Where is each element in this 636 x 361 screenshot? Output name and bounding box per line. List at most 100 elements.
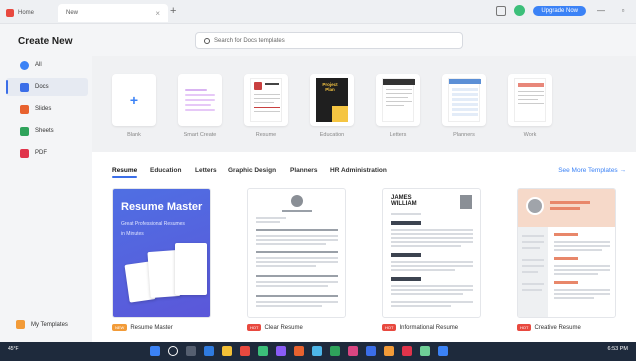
- tab-home[interactable]: Home: [6, 4, 56, 22]
- sidebar-item-label: Sheets: [35, 128, 54, 134]
- category-smart-create[interactable]: Smart Create: [178, 74, 222, 138]
- template-gallery: Resume Education Letters Graphic Design …: [92, 152, 636, 342]
- category-label: Blank: [127, 132, 141, 138]
- app-icon[interactable]: [348, 346, 358, 356]
- hot-badge: HOT: [247, 324, 262, 331]
- category-label: Work: [523, 132, 537, 138]
- profile-photo: [291, 195, 303, 207]
- taskbar: 45°F 6:53 PM: [0, 342, 636, 361]
- app-icon[interactable]: [384, 346, 394, 356]
- task-view-icon[interactable]: [186, 346, 196, 356]
- education-card-text: Project Plan: [322, 82, 338, 92]
- wps-icon[interactable]: [240, 346, 250, 356]
- hot-badge: HOT: [517, 324, 532, 331]
- tab-new[interactable]: New ×: [58, 4, 168, 22]
- profile-photo: [460, 195, 472, 209]
- edge-icon[interactable]: [204, 346, 214, 356]
- upgrade-button[interactable]: Upgrade Now: [533, 5, 586, 16]
- template-card-creative-resume[interactable]: [517, 188, 616, 318]
- layout-icon[interactable]: [496, 5, 507, 16]
- close-tab-icon[interactable]: ×: [155, 9, 160, 18]
- sidebar-item-label: Slides: [35, 106, 52, 112]
- resume-thumbnail: [244, 74, 288, 126]
- resume-master-title: Resume Master: [121, 201, 203, 213]
- clock[interactable]: 6:53 PM: [608, 346, 628, 352]
- sidebar: Create New All Docs Slides Sheets PDF My…: [0, 24, 92, 342]
- minimize-icon[interactable]: —: [594, 6, 608, 15]
- category-education[interactable]: Project Plan Education: [310, 74, 354, 138]
- my-templates-button[interactable]: My Templates: [16, 320, 68, 329]
- tab-home-label: Home: [18, 10, 35, 16]
- app-icon[interactable]: [438, 346, 448, 356]
- plus-icon: +: [129, 92, 139, 108]
- filter-hr-administration[interactable]: HR Administration: [330, 167, 387, 174]
- start-icon[interactable]: [150, 346, 160, 356]
- see-more-templates-link[interactable]: See More Templates →: [558, 167, 626, 174]
- avatar[interactable]: [514, 5, 526, 16]
- search-input[interactable]: Search for Docs templates: [195, 32, 463, 49]
- sheets-icon: [20, 126, 29, 136]
- category-label: Planners: [453, 132, 475, 138]
- app-icon[interactable]: [276, 346, 286, 356]
- sidebar-item-label: PDF: [35, 150, 47, 156]
- filter-graphic-design[interactable]: Graphic Design: [228, 167, 276, 174]
- template-card-informational-resume[interactable]: JAMES WILLIAM: [382, 188, 481, 318]
- planners-thumbnail: [442, 74, 486, 126]
- profile-photo: [526, 197, 544, 215]
- folder-icon: [16, 320, 25, 329]
- category-work[interactable]: Work: [508, 74, 552, 138]
- weather-widget[interactable]: 45°F: [8, 346, 19, 352]
- sidebar-item-pdf[interactable]: PDF: [6, 144, 88, 162]
- category-blank[interactable]: + Blank: [112, 74, 156, 138]
- filter-letters[interactable]: Letters: [195, 167, 217, 174]
- all-icon: [20, 60, 29, 70]
- page-title: Create New: [18, 36, 73, 47]
- category-label: Education: [319, 132, 345, 138]
- resume-master-subtitle-2: in Minutes: [121, 231, 144, 237]
- sidebar-item-all[interactable]: All: [6, 56, 88, 74]
- explorer-icon[interactable]: [222, 346, 232, 356]
- new-badge: NEW: [112, 324, 128, 331]
- app-logo-icon: [6, 9, 14, 17]
- category-planners[interactable]: Planners: [442, 74, 486, 138]
- filter-education[interactable]: Education: [150, 167, 181, 174]
- category-resume[interactable]: Resume: [244, 74, 288, 138]
- app-icon[interactable]: [402, 346, 412, 356]
- template-caption: NEW Resume Master: [112, 324, 173, 331]
- sidebar-item-label: Docs: [35, 84, 49, 90]
- resume-preview-sheet: [175, 243, 207, 295]
- template-card-clear-resume[interactable]: [247, 188, 346, 318]
- template-caption: HOT Creative Resume: [517, 324, 581, 331]
- docs-icon: [20, 82, 29, 92]
- filter-resume[interactable]: Resume: [112, 167, 138, 178]
- app-icon[interactable]: [420, 346, 430, 356]
- template-caption-label: Resume Master: [130, 324, 173, 331]
- app-icon[interactable]: [312, 346, 322, 356]
- pdf-icon: [20, 148, 29, 158]
- app-icon[interactable]: [294, 346, 304, 356]
- resume-master-subtitle: Great Professional Resumes: [121, 221, 185, 227]
- app-icon[interactable]: [366, 346, 376, 356]
- sidebar-item-sheets[interactable]: Sheets: [6, 122, 88, 140]
- app-icon[interactable]: [258, 346, 268, 356]
- category-label: Letters: [389, 132, 407, 138]
- search-icon: [204, 37, 210, 44]
- letters-thumbnail: [376, 74, 420, 126]
- search-placeholder: Search for Docs templates: [214, 37, 285, 44]
- search-icon[interactable]: [168, 346, 178, 356]
- filter-planners[interactable]: Planners: [290, 167, 317, 174]
- blank-thumbnail: +: [112, 74, 156, 126]
- sidebar-item-slides[interactable]: Slides: [6, 100, 88, 118]
- sidebar-item-label: All: [35, 62, 42, 68]
- app-icon[interactable]: [330, 346, 340, 356]
- category-label: Resume: [255, 132, 277, 138]
- sidebar-item-docs[interactable]: Docs: [6, 78, 88, 96]
- new-tab-icon[interactable]: +: [170, 5, 176, 17]
- restore-icon[interactable]: ▫: [616, 6, 630, 15]
- smart-create-thumbnail: [178, 74, 222, 126]
- template-caption-label: Creative Resume: [534, 324, 581, 331]
- template-card-resume-master[interactable]: Resume Master Great Professional Resumes…: [112, 188, 211, 318]
- my-templates-label: My Templates: [31, 321, 68, 328]
- category-letters[interactable]: Letters: [376, 74, 420, 138]
- template-caption: HOT Clear Resume: [247, 324, 303, 331]
